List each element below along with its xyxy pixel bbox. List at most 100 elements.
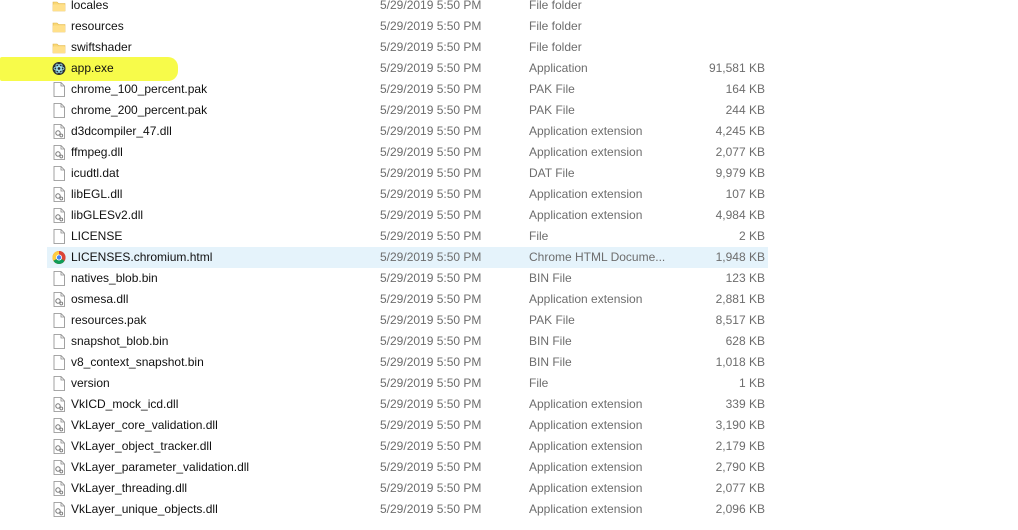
file-date-modified: 5/29/2019 5:50 PM xyxy=(380,355,482,369)
file-row[interactable]: VkLayer_object_tracker.dll 5/29/2019 5:50… xyxy=(0,436,1018,457)
file-icon xyxy=(52,82,66,97)
file-row[interactable]: VkLayer_parameter_validation.dll 5/29/201… xyxy=(0,457,1018,478)
file-row[interactable]: osmesa.dll 5/29/2019 5:50 PM Application e… xyxy=(0,289,1018,310)
file-name: LICENSE xyxy=(71,229,123,243)
dll-file-icon xyxy=(52,187,66,202)
file-row[interactable]: VkLayer_unique_objects.dll 5/29/2019 5:50… xyxy=(0,499,1018,520)
chrome-icon xyxy=(52,250,66,265)
file-name: swiftshader xyxy=(71,40,132,54)
dll-file-icon xyxy=(52,439,66,454)
file-date-modified: 5/29/2019 5:50 PM xyxy=(380,439,482,453)
file-type: File folder xyxy=(529,19,582,33)
file-size: 8,517 KB xyxy=(715,313,765,327)
file-name: VkICD_mock_icd.dll xyxy=(71,397,179,411)
file-name: VkLayer_threading.dll xyxy=(71,481,188,495)
file-row[interactable]: LICENSE 5/29/2019 5:50 PM File 2 KB xyxy=(0,226,1018,247)
file-row[interactable]: version 5/29/2019 5:50 PM File 1 KB xyxy=(0,373,1018,394)
file-name: natives_blob.bin xyxy=(71,271,158,285)
file-size: 339 KB xyxy=(725,397,765,411)
file-size: 244 KB xyxy=(725,103,765,117)
file-row[interactable]: v8_context_snapshot.bin 5/29/2019 5:50 PM… xyxy=(0,352,1018,373)
file-name: snapshot_blob.bin xyxy=(71,334,169,348)
file-date-modified: 5/29/2019 5:50 PM xyxy=(380,397,482,411)
file-name: ffmpeg.dll xyxy=(71,145,123,159)
file-name: resources.pak xyxy=(71,313,147,327)
file-size: 1,948 KB xyxy=(715,250,765,264)
dll-file-icon xyxy=(52,502,66,517)
app-exe-icon xyxy=(52,61,66,76)
file-size: 9,979 KB xyxy=(715,166,765,180)
file-date-modified: 5/29/2019 5:50 PM xyxy=(380,103,482,117)
file-row[interactable]: VkLayer_threading.dll 5/29/2019 5:50 PM Ap… xyxy=(0,478,1018,499)
file-date-modified: 5/29/2019 5:50 PM xyxy=(380,61,482,75)
file-name: chrome_100_percent.pak xyxy=(71,82,208,96)
file-date-modified: 5/29/2019 5:50 PM xyxy=(380,418,482,432)
file-size: 2,096 KB xyxy=(715,502,765,516)
file-name: libEGL.dll xyxy=(71,187,123,201)
file-date-modified: 5/29/2019 5:50 PM xyxy=(380,0,482,12)
file-row[interactable]: libEGL.dll 5/29/2019 5:50 PM Application e… xyxy=(0,184,1018,205)
file-size: 628 KB xyxy=(725,334,765,348)
file-size: 2,881 KB xyxy=(715,292,765,306)
file-date-modified: 5/29/2019 5:50 PM xyxy=(380,376,482,390)
file-date-modified: 5/29/2019 5:50 PM xyxy=(380,502,482,516)
file-size: 123 KB xyxy=(725,271,765,285)
file-icon xyxy=(52,376,66,391)
file-size: 3,190 KB xyxy=(715,418,765,432)
file-name: VkLayer_object_tracker.dll xyxy=(71,439,212,453)
file-name: osmesa.dll xyxy=(71,292,129,306)
file-size: 164 KB xyxy=(725,82,765,96)
file-row[interactable]: libGLESv2.dll 5/29/2019 5:50 PM Applicatio… xyxy=(0,205,1018,226)
file-row[interactable]: LICENSES.chromium.html 5/29/2019 5:50 PM C… xyxy=(0,247,1018,268)
file-row[interactable]: resources 5/29/2019 5:50 PM File folder xyxy=(0,16,1018,37)
file-name: v8_context_snapshot.bin xyxy=(71,355,204,369)
folder-icon xyxy=(52,19,66,34)
file-date-modified: 5/29/2019 5:50 PM xyxy=(380,145,482,159)
file-row[interactable]: swiftshader 5/29/2019 5:50 PM File folder xyxy=(0,37,1018,58)
file-name: chrome_200_percent.pak xyxy=(71,103,208,117)
file-row[interactable]: VkICD_mock_icd.dll 5/29/2019 5:50 PM Appli… xyxy=(0,394,1018,415)
file-icon xyxy=(52,103,66,118)
dll-file-icon xyxy=(52,418,66,433)
dll-file-icon xyxy=(52,397,66,412)
file-row[interactable]: d3dcompiler_47.dll 5/29/2019 5:50 PM Appli… xyxy=(0,121,1018,142)
file-name: VkLayer_core_validation.dll xyxy=(71,418,218,432)
file-date-modified: 5/29/2019 5:50 PM xyxy=(380,208,482,222)
file-name: libGLESv2.dll xyxy=(71,208,144,222)
file-size: 4,245 KB xyxy=(715,124,765,138)
file-name: VkLayer_unique_objects.dll xyxy=(71,502,218,516)
file-name: version xyxy=(71,376,110,390)
file-row[interactable]: chrome_200_percent.pak 5/29/2019 5:50 PM P… xyxy=(0,100,1018,121)
file-row[interactable]: icudtl.dat 5/29/2019 5:50 PM DAT File 9,979… xyxy=(0,163,1018,184)
file-size: 4,984 KB xyxy=(715,208,765,222)
file-date-modified: 5/29/2019 5:50 PM xyxy=(380,460,482,474)
file-name: resources xyxy=(71,19,124,33)
file-row[interactable]: ffmpeg.dll 5/29/2019 5:50 PM Application e… xyxy=(0,142,1018,163)
file-row[interactable]: chrome_100_percent.pak 5/29/2019 5:50 PM P… xyxy=(0,79,1018,100)
file-date-modified: 5/29/2019 5:50 PM xyxy=(380,292,482,306)
file-date-modified: 5/29/2019 5:50 PM xyxy=(380,166,482,180)
file-icon xyxy=(52,166,66,181)
file-row[interactable]: natives_blob.bin 5/29/2019 5:50 PM BIN Fil… xyxy=(0,268,1018,289)
file-icon xyxy=(52,229,66,244)
file-row[interactable]: locales 5/29/2019 5:50 PM File folder xyxy=(0,0,1018,16)
dll-file-icon xyxy=(52,208,66,223)
file-date-modified: 5/29/2019 5:50 PM xyxy=(380,229,482,243)
file-row[interactable]: resources.pak 5/29/2019 5:50 PM PAK File 8,… xyxy=(0,310,1018,331)
dll-file-icon xyxy=(52,292,66,307)
file-row[interactable]: snapshot_blob.bin 5/29/2019 5:50 PM BIN Fi… xyxy=(0,331,1018,352)
file-row[interactable]: app.exe 5/29/2019 5:50 PM Application 91,58… xyxy=(0,57,1018,81)
file-date-modified: 5/29/2019 5:50 PM xyxy=(380,40,482,54)
file-name: locales xyxy=(71,0,109,12)
file-date-modified: 5/29/2019 5:50 PM xyxy=(380,19,482,33)
file-size: 91,581 KB xyxy=(708,61,765,75)
file-row[interactable]: VkLayer_core_validation.dll 5/29/2019 5:5… xyxy=(0,415,1018,436)
dll-file-icon xyxy=(52,481,66,496)
file-icon xyxy=(52,313,66,328)
file-date-modified: 5/29/2019 5:50 PM xyxy=(380,481,482,495)
file-icon xyxy=(52,334,66,349)
file-icon xyxy=(52,271,66,286)
file-size: 2,077 KB xyxy=(715,481,765,495)
file-date-modified: 5/29/2019 5:50 PM xyxy=(380,187,482,201)
file-date-modified: 5/29/2019 5:50 PM xyxy=(380,82,482,96)
